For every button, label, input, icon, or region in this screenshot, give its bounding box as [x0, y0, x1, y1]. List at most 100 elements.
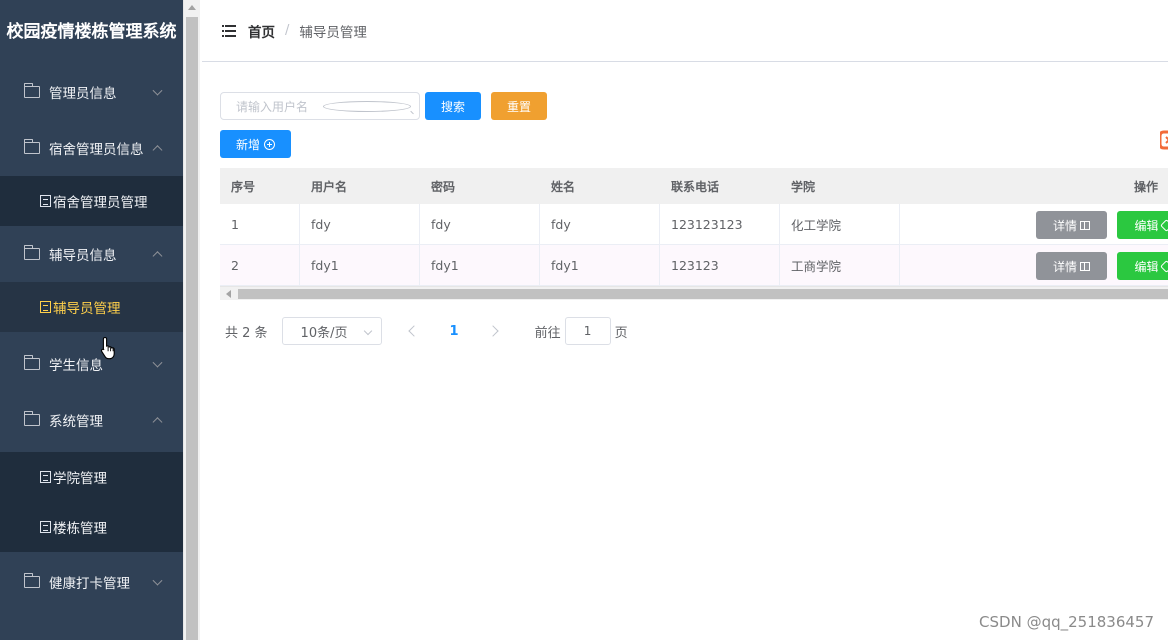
submenu-label: 楼栋管理 — [53, 521, 107, 537]
chevron-up-icon — [152, 145, 163, 156]
prev-page-icon[interactable] — [407, 325, 420, 337]
table-cell: fdy — [540, 204, 660, 244]
detail-button[interactable]: 详情 — [1036, 252, 1107, 280]
floating-widget-icon[interactable] — [1160, 130, 1168, 156]
edit-button[interactable]: 编辑 — [1117, 252, 1168, 280]
table-header: 序号 用户名 密码 姓名 联系电话 学院 操作 — [220, 168, 1168, 204]
submenu-counselor-manage[interactable]: 辅导员管理 — [0, 282, 183, 332]
table-cell: 123123 — [660, 245, 780, 285]
page-size-select[interactable]: 10条/页 — [281, 317, 382, 345]
scroll-up-arrow-icon[interactable] — [188, 5, 196, 10]
breadcrumb-current: 辅导员管理 — [299, 24, 367, 41]
detail-button[interactable]: 详情 — [1036, 211, 1107, 239]
row-actions: 详情 编辑 — [968, 204, 1168, 244]
submenu-dorm-admin-manage[interactable]: 宿舍管理员管理 — [0, 176, 183, 226]
plus-circle-icon — [264, 138, 275, 150]
header-cell: 学院 — [791, 179, 816, 194]
table-cell: 2 — [220, 245, 300, 285]
folder-icon — [24, 139, 40, 154]
table-cell: fdy1 — [420, 245, 540, 285]
detail-label: 详情 — [1052, 259, 1077, 274]
search-bar: 请输入用户名 搜索 重置 — [220, 92, 1168, 120]
submenu-label: 宿舍管理员管理 — [53, 195, 148, 211]
add-button-label: 新增 — [235, 137, 260, 152]
menu-student-info[interactable]: 学生信息 — [0, 336, 183, 392]
table-cell: fdy1 — [540, 245, 660, 285]
menu-label: 辅导员信息 — [49, 248, 117, 264]
folder-icon — [24, 245, 40, 260]
table-cell: 工商学院 — [780, 245, 900, 285]
chevron-down-icon — [363, 326, 372, 336]
navbar: 首页 / 辅导员管理 — [202, 0, 1168, 62]
search-placeholder: 请输入用户名 — [236, 99, 309, 114]
folder-icon — [24, 411, 40, 426]
table-cell: fdy — [300, 204, 420, 244]
document-icon — [40, 521, 51, 533]
chevron-up-icon — [152, 417, 163, 428]
header-cell: 姓名 — [551, 179, 576, 194]
app-root: 校园疫情楼栋管理系统 管理员信息 宿舍管理员信息 宿舍管理员管理 辅导员信息 辅… — [0, 0, 1168, 640]
next-page-icon[interactable] — [486, 325, 499, 337]
username-search-input[interactable]: 请输入用户名 — [220, 92, 420, 120]
submenu-label: 学院管理 — [53, 471, 107, 487]
menu-label: 宿舍管理员信息 — [49, 142, 144, 158]
scrollbar-thumb[interactable] — [238, 289, 1168, 299]
table-cell: 化工学院 — [780, 204, 900, 244]
book-icon — [1080, 261, 1090, 271]
search-icon — [322, 100, 411, 112]
page-size-value: 10条/页 — [300, 325, 348, 341]
edit-button[interactable]: 编辑 — [1117, 211, 1168, 239]
add-button[interactable]: 新增 — [220, 130, 291, 158]
menu-dorm-admin-info[interactable]: 宿舍管理员信息 — [0, 120, 183, 176]
chevron-down-icon — [152, 357, 163, 368]
document-icon — [40, 471, 51, 483]
menu-admin-info[interactable]: 管理员信息 — [0, 64, 183, 120]
table-cell: fdy — [420, 204, 540, 244]
watermark: CSDN @qq_251836457 — [979, 613, 1154, 631]
hamburger-menu-icon[interactable] — [222, 24, 236, 37]
menu-label: 健康打卡管理 — [49, 576, 130, 592]
header-cell: 操作 — [1133, 179, 1158, 194]
scroll-left-arrow-icon[interactable] — [226, 290, 231, 298]
folder-icon — [24, 573, 40, 588]
edit-label: 编辑 — [1134, 259, 1159, 274]
menu-system-manage[interactable]: 系统管理 — [0, 392, 183, 448]
detail-label: 详情 — [1052, 218, 1077, 233]
sidebar: 校园疫情楼栋管理系统 管理员信息 宿舍管理员信息 宿舍管理员管理 辅导员信息 辅… — [0, 0, 183, 640]
main-area: 首页 / 辅导员管理 请输入用户名 搜索 重置 新增 序号 用户名 密码 姓名 … — [202, 0, 1168, 640]
submenu-college-manage[interactable]: 学院管理 — [0, 452, 183, 502]
hand-cursor-icon — [100, 336, 115, 360]
pagination: 共 2 条 10条/页 1 前往 1 页 — [220, 317, 628, 345]
search-button[interactable]: 搜索 — [425, 92, 481, 120]
chevron-up-icon — [152, 251, 163, 262]
header-cell: 用户名 — [311, 179, 348, 194]
page-number[interactable]: 1 — [450, 324, 459, 339]
row-actions: 详情 编辑 — [968, 245, 1168, 285]
header-cell: 序号 — [231, 179, 256, 194]
chevron-down-icon — [152, 575, 163, 586]
breadcrumb-separator: / — [285, 23, 290, 38]
goto-page-input[interactable]: 1 — [564, 317, 611, 345]
breadcrumb-home[interactable]: 首页 — [248, 21, 275, 41]
document-icon — [40, 301, 51, 313]
total-count: 共 2 条 — [225, 325, 268, 341]
goto-suffix: 页 — [614, 325, 628, 341]
vertical-scrollbar[interactable] — [183, 0, 200, 640]
table-cell: 1 — [220, 204, 300, 244]
scrollbar-thumb[interactable] — [186, 17, 198, 640]
table-ops-cell: 详情 编辑 — [900, 204, 1168, 244]
reset-button[interactable]: 重置 — [491, 92, 547, 120]
menu-label: 学生信息 — [49, 358, 103, 374]
edit-icon — [1159, 259, 1168, 273]
chevron-down-icon — [152, 85, 163, 96]
submenu-building-manage[interactable]: 楼栋管理 — [0, 502, 183, 552]
table-cell: 123123123 — [660, 204, 780, 244]
goto-prefix: 前往 — [534, 325, 561, 341]
menu-health-checkin[interactable]: 健康打卡管理 — [0, 554, 183, 610]
menu-label: 管理员信息 — [49, 86, 117, 102]
menu-label: 系统管理 — [49, 414, 103, 430]
submenu-label: 辅导员管理 — [53, 301, 121, 317]
horizontal-scrollbar[interactable] — [220, 286, 1168, 300]
folder-icon — [24, 355, 40, 370]
menu-counselor-info[interactable]: 辅导员信息 — [0, 226, 183, 282]
